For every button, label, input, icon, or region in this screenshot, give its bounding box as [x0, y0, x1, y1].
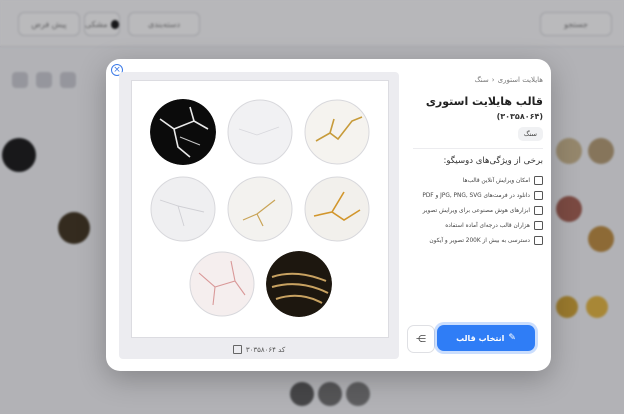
template-code-text[interactable]: کد ۳۰۳۵۸۰۶۴ — [246, 346, 285, 354]
marble-white-circle — [227, 99, 293, 165]
feature-text: دانلود در فرمت‌های JPG, PNG, SVG و PDF — [422, 192, 530, 199]
image-library-icon — [534, 236, 543, 245]
copy-icon[interactable] — [232, 345, 242, 354]
marble-gold-circle — [304, 99, 370, 165]
template-code-row: کد ۳۰۳۵۸۰۶۴ — [119, 345, 399, 354]
feature-list: امکان ویرایش آنلاین قالب‌ها دانلود در فر… — [413, 173, 543, 248]
section-divider — [413, 148, 543, 149]
template-title: قالب هایلایت استوری — [425, 95, 543, 108]
download-icon — [534, 191, 543, 200]
template-details: هایلایت استوری ‹ سنگ قالب هایلایت استوری… — [401, 59, 551, 371]
marble-pink-circle — [189, 251, 255, 317]
select-template-button[interactable]: انتخاب قالب ✎ — [437, 325, 535, 351]
marble-black-circle — [150, 99, 216, 165]
marble-black-gold-circle — [266, 251, 332, 317]
feature-item: دسترسی به بیش از 200K تصویر و آیکون — [413, 233, 543, 248]
template-code-label: (۳۰۳۵۸۰۶۴) — [496, 112, 543, 121]
share-icon: ⋲ — [416, 333, 426, 345]
select-template-label: انتخاب قالب — [456, 333, 505, 343]
template-image — [131, 80, 389, 338]
template-icon — [534, 221, 543, 230]
action-row: ⋲ انتخاب قالب ✎ — [407, 325, 543, 353]
category-tag[interactable]: سنگ — [517, 127, 543, 141]
feature-item: امکان ویرایش آنلاین قالب‌ها — [413, 173, 543, 188]
feature-item: دانلود در فرمت‌های JPG, PNG, SVG و PDF — [413, 188, 543, 203]
breadcrumb: هایلایت استوری ‹ سنگ — [475, 76, 543, 84]
template-preview-modal: × کد ۳۰۳۵۸۰۶۴ هایلایت استوری ‹ سنگ قالب … — [106, 59, 551, 371]
feature-text: ابزارهای هوش مصنوعی برای ویرایش تصویر — [422, 207, 530, 214]
ai-image-icon — [534, 206, 543, 215]
breadcrumb-item[interactable]: هایلایت استوری — [498, 76, 543, 84]
marble-gold-crack-circle — [304, 176, 370, 242]
feature-item: ابزارهای هوش مصنوعی برای ویرایش تصویر — [413, 203, 543, 218]
edit-icon: ✎ — [508, 333, 516, 343]
feature-text: امکان ویرایش آنلاین قالب‌ها — [462, 177, 530, 184]
share-button[interactable]: ⋲ — [407, 325, 435, 353]
feature-text: دسترسی به بیش از 200K تصویر و آیکون — [429, 237, 530, 244]
marble-gold-vein-circle — [227, 176, 293, 242]
edit-icon — [534, 176, 543, 185]
features-title: برخی از ویژگی‌های دوسیگو: — [443, 156, 543, 166]
chevron-left-icon: ‹ — [491, 76, 495, 84]
marble-grey-circle — [150, 176, 216, 242]
feature-item: هزاران قالب درجه‌ای آماده استفاده — [413, 218, 543, 233]
feature-text: هزاران قالب درجه‌ای آماده استفاده — [445, 222, 530, 229]
template-preview: کد ۳۰۳۵۸۰۶۴ — [119, 72, 399, 359]
breadcrumb-item[interactable]: سنگ — [475, 76, 489, 84]
